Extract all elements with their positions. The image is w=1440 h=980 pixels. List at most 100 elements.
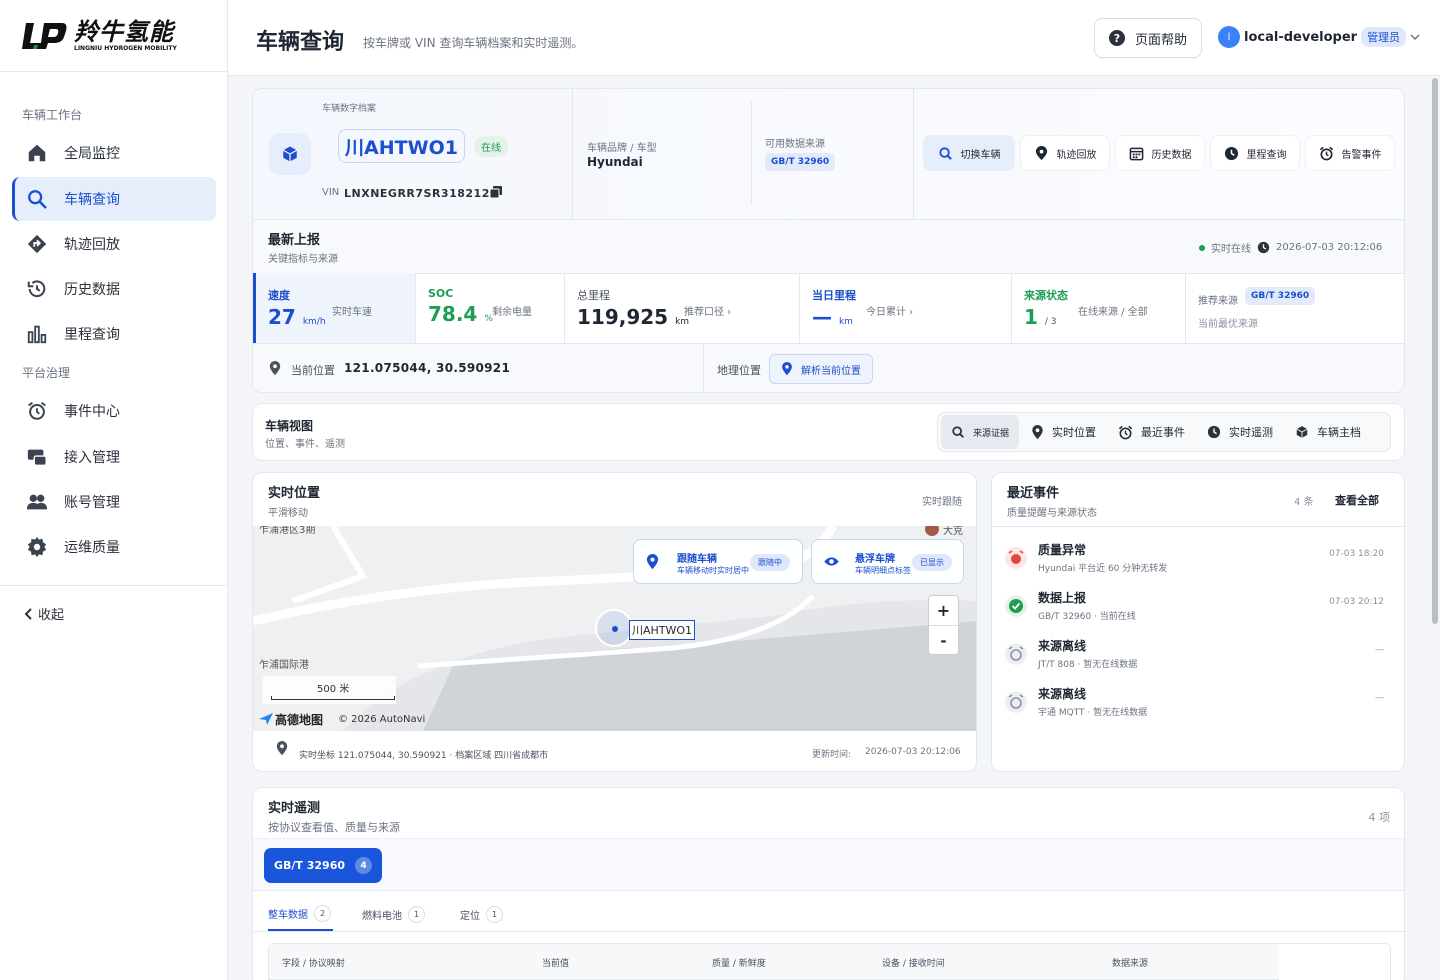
zoom-out-button[interactable]: - bbox=[929, 626, 958, 655]
event-title: 来源离线 bbox=[1038, 687, 1087, 701]
eye-icon bbox=[824, 557, 839, 566]
metric-source-status[interactable]: 来源状态 1 / 3 在线来源 / 全部 bbox=[1012, 273, 1186, 343]
plate-number[interactable]: 川AHTWO1 bbox=[338, 129, 465, 163]
sidebar-item-history[interactable]: 历史数据 bbox=[12, 267, 216, 311]
sidebar-item-label: 历史数据 bbox=[64, 282, 120, 298]
metric-label: SOC bbox=[428, 287, 454, 300]
amap-logo-icon bbox=[259, 713, 273, 725]
metric-side: 在线来源 / 全部 bbox=[1078, 307, 1148, 318]
cube-icon bbox=[282, 146, 298, 162]
sidebar-item-ops-quality[interactable]: 运维质量 bbox=[12, 525, 216, 569]
nav-group-platform: 平台治理 bbox=[22, 366, 71, 380]
follow-vehicle-card[interactable]: 跟随车辆 车辆移动时实时居中 跟随中 bbox=[633, 539, 803, 584]
metric-side: 推荐口径 › bbox=[684, 307, 732, 318]
event-time: — bbox=[1375, 693, 1384, 703]
zoom-in-button[interactable]: + bbox=[929, 596, 958, 626]
subtab-fuel-cell[interactable]: 燃料电池 1 bbox=[362, 898, 425, 931]
sidebar-item-monitor[interactable]: 全局监控 bbox=[12, 131, 216, 175]
scale-bar bbox=[271, 696, 395, 700]
map-subtitle: 平滑移动 bbox=[268, 508, 308, 519]
sidebar-item-vehicle-query[interactable]: 车辆查询 bbox=[12, 177, 216, 221]
page-scrollbar[interactable] bbox=[1432, 78, 1438, 624]
view-subtitle: 位置、事件、遥测 bbox=[265, 439, 345, 450]
metric-label: 当日里程 bbox=[812, 289, 856, 302]
user-menu[interactable]: l local-developer 管理员 bbox=[1218, 26, 1420, 48]
collapse-button[interactable]: 收起 bbox=[24, 604, 64, 623]
copy-icon[interactable] bbox=[490, 186, 502, 198]
event-title: 来源离线 bbox=[1038, 639, 1087, 653]
page-header: 车辆查询 按车牌或 VIN 查询车辆档案和实时遥测。 ? 页面帮助 l loca… bbox=[228, 0, 1440, 76]
realtime-telemetry-card: 实时遥测 按协议查看值、质量与来源 4 项 GB/T 32960 4 整车数据 … bbox=[252, 787, 1405, 980]
alarm-icon bbox=[1118, 425, 1133, 439]
vehicle-summary-card: 车辆数字档案 川AHTWO1 在线 VIN LNXNEGRR7SR318212 … bbox=[252, 88, 1405, 393]
divider bbox=[253, 931, 1404, 932]
view-all-link[interactable]: 查看全部 bbox=[1335, 492, 1379, 508]
metric-value: 1 bbox=[1024, 305, 1038, 329]
tab-vehicle-master[interactable]: 车辆主档 bbox=[1285, 415, 1371, 449]
tab-realtime-location[interactable]: 实时位置 bbox=[1021, 415, 1106, 449]
sidebar-item-label: 账号管理 bbox=[64, 495, 120, 511]
latest-title: 最新上报 bbox=[268, 233, 321, 248]
tab-realtime-telemetry[interactable]: 实时遥测 bbox=[1197, 415, 1283, 449]
metric-today-mileage[interactable]: 当日里程 — km 今日累计 › bbox=[800, 273, 1012, 343]
pin-icon bbox=[269, 361, 281, 376]
subtab-label: 定位 bbox=[460, 911, 480, 922]
user-name: local-developer bbox=[1244, 29, 1358, 45]
vehicle-badge bbox=[269, 133, 311, 175]
metric-value: 27 bbox=[268, 305, 296, 329]
column-header: 数据来源 bbox=[1112, 959, 1149, 969]
mileage-query-button[interactable]: 里程查询 bbox=[1210, 135, 1300, 171]
metric-unit: km bbox=[675, 317, 690, 327]
home-icon bbox=[28, 144, 46, 162]
sidebar-item-accounts[interactable]: 账号管理 bbox=[12, 480, 216, 524]
sidebar-item-events[interactable]: 事件中心 bbox=[12, 389, 216, 433]
telemetry-subtitle: 按协议查看值、质量与来源 bbox=[268, 821, 400, 834]
metric-soc[interactable]: SOC 78.4 % 剩余电量 bbox=[416, 273, 565, 343]
event-time: 07-03 20:12 bbox=[1329, 597, 1384, 607]
sidebar-item-label: 里程查询 bbox=[64, 327, 120, 343]
source-label: 可用数据来源 bbox=[765, 139, 825, 150]
sidebar-item-access[interactable]: 接入管理 bbox=[12, 435, 216, 479]
search-icon bbox=[938, 146, 952, 160]
subtab-label: 燃料电池 bbox=[362, 911, 402, 922]
chevron-down-icon bbox=[1410, 34, 1420, 41]
metric-odometer[interactable]: 总里程 119,925 km 推荐口径 › bbox=[565, 273, 800, 343]
metric-unit: km/h bbox=[302, 317, 326, 327]
switch-vehicle-button[interactable]: 切换车辆 bbox=[923, 135, 1015, 171]
history-data-button[interactable]: 历史数据 bbox=[1115, 135, 1205, 171]
metric-recommend-source[interactable]: 推荐来源 GB/T 32960 当前最优来源 bbox=[1186, 273, 1404, 343]
chevron-left-icon bbox=[24, 607, 32, 620]
events-subtitle: 质量提醒与来源状态 bbox=[1007, 508, 1097, 519]
history-data-label: 历史数据 bbox=[1151, 149, 1192, 161]
telemetry-title: 实时遥测 bbox=[268, 801, 321, 816]
track-replay-button[interactable]: 轨迹回放 bbox=[1020, 135, 1110, 171]
subtab-vehicle-data[interactable]: 整车数据 2 bbox=[268, 898, 333, 931]
metric-speed[interactable]: 速度 27 km/h 实时车速 bbox=[253, 273, 416, 343]
subtab-positioning[interactable]: 定位 1 bbox=[460, 898, 503, 931]
protocol-button[interactable]: GB/T 32960 4 bbox=[264, 848, 382, 883]
search-icon bbox=[952, 426, 964, 438]
status-badge: 在线 bbox=[474, 136, 508, 157]
vehicle-marker[interactable] bbox=[595, 609, 633, 647]
map-brand: 高德地图 bbox=[275, 713, 324, 727]
resolve-location-button[interactable]: 解析当前位置 bbox=[769, 354, 873, 384]
help-button[interactable]: ? 页面帮助 bbox=[1094, 18, 1202, 58]
sidebar-item-mileage[interactable]: 里程查询 bbox=[12, 312, 216, 356]
tab-source-evidence[interactable]: 来源证据 bbox=[941, 415, 1020, 449]
sidebar-item-track-replay[interactable]: 轨迹回放 bbox=[12, 222, 216, 266]
alarm-events-button[interactable]: 告警事件 bbox=[1305, 135, 1395, 171]
tab-recent-events[interactable]: 最近事件 bbox=[1108, 415, 1195, 449]
alarm-icon bbox=[1319, 146, 1333, 160]
search-icon bbox=[28, 190, 47, 209]
access-icon bbox=[27, 449, 47, 466]
event-item[interactable]: 数据上报 GB/T 32960 · 当前在线 07-03 20:12 bbox=[992, 589, 1384, 637]
floating-plate-card[interactable]: 悬浮车牌 车辆明细点标签 已显示 bbox=[811, 539, 964, 584]
brand-logo[interactable]: 羚牛氢能 LINGNIU HYDROGEN MOBILITY bbox=[0, 0, 227, 72]
event-item[interactable]: 来源离线 JT/T 808 · 暂无在线数据 — bbox=[992, 637, 1384, 685]
recent-events-card: 最近事件 质量提醒与来源状态 4 条 查看全部 质量异常 Hyundai 平台近… bbox=[991, 472, 1405, 772]
follow-status: 实时跟随 bbox=[922, 497, 962, 508]
map-canvas[interactable]: 乍浦港区3期 乍浦国际港 大克 川AHTWO1 跟随车辆 车辆移动时实时居中 跟… bbox=[253, 526, 976, 731]
column-header: 质量 / 新鲜度 bbox=[712, 959, 766, 969]
event-item[interactable]: 质量异常 Hyundai 平台近 60 分钟无转发 07-03 18:20 bbox=[992, 541, 1384, 589]
event-item[interactable]: 来源离线 宇通 MQTT · 暂无在线数据 — bbox=[992, 685, 1384, 733]
